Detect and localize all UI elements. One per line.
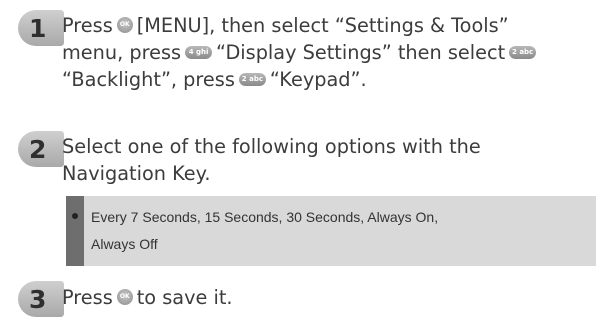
step-1-badge: 1 xyxy=(18,10,64,46)
step-3-number: 3 xyxy=(29,284,47,314)
options-text: Every 7 Seconds, 15 Seconds, 30 Seconds,… xyxy=(91,204,438,258)
options-line-1: Every 7 Seconds, 15 Seconds, 30 Seconds,… xyxy=(91,209,439,225)
step-2-line-2: Navigation Key. xyxy=(62,162,211,185)
ok-key-icon xyxy=(116,289,133,305)
step-1-line-3-b: “Keypad”. xyxy=(269,68,367,91)
step-1-line-3: “Backlight”, press “Keypad”. xyxy=(62,66,540,93)
options-box: Every 7 Seconds, 15 Seconds, 30 Seconds,… xyxy=(66,196,596,266)
step-3-badge: 3 xyxy=(18,281,64,317)
step-3-line-1-b: to save it. xyxy=(136,286,233,309)
step-3-text: Press to save it. xyxy=(62,284,233,311)
step-1-line-3-a: “Backlight”, press xyxy=(62,68,235,91)
options-line-2: Always Off xyxy=(91,236,158,252)
ok-key-icon xyxy=(116,17,133,33)
2-abc-key-icon xyxy=(509,46,537,59)
step-1-line-1-a: Press xyxy=(62,14,113,37)
step-2-line-1: Select one of the following options with… xyxy=(62,135,481,158)
4-ghi-key-icon xyxy=(185,46,213,59)
step-1-number: 1 xyxy=(29,13,47,43)
step-1-line-1: Press [MENU], then select “Settings & Too… xyxy=(62,12,540,39)
step-1-line-1-b: [MENU], then select “Settings & Tools” xyxy=(136,14,509,37)
step-2-number: 2 xyxy=(29,134,47,164)
step-3-line-1: Press to save it. xyxy=(62,284,233,311)
2-abc-key-icon xyxy=(238,73,266,86)
step-1-text: Press [MENU], then select “Settings & Too… xyxy=(62,12,540,93)
step-1-line-2: menu, press “Display Settings” then selec… xyxy=(62,39,540,66)
step-2-badge: 2 xyxy=(18,131,64,167)
step-1-line-2-a: menu, press xyxy=(62,41,182,64)
step-1-line-2-b: “Display Settings” then select xyxy=(216,41,506,64)
step-3-line-1-a: Press xyxy=(62,286,113,309)
step-2-text: Select one of the following options with… xyxy=(62,133,481,187)
bullet-icon xyxy=(72,213,78,219)
